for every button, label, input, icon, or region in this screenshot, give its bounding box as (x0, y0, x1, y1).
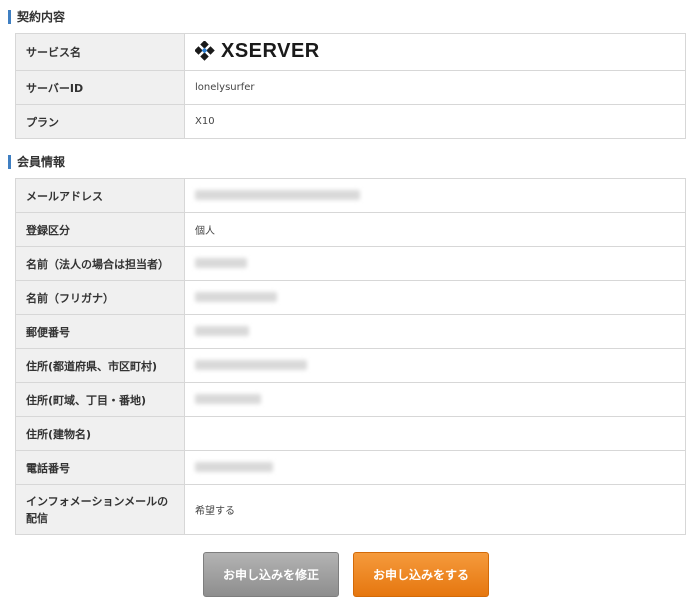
info-mail-value: 希望する (184, 484, 686, 535)
table-row: 登録区分 個人 (15, 212, 686, 247)
info-mail-label: インフォメーションメールの配信 (15, 484, 185, 535)
edit-application-button[interactable]: お申し込みを修正 (203, 552, 339, 597)
address-building-label: 住所(建物名) (15, 416, 185, 451)
table-row: インフォメーションメールの配信 希望する (15, 484, 686, 535)
address-city-label: 住所(都道府県、市区町村) (15, 348, 185, 383)
member-table: メールアドレス 登録区分 個人 名前（法人の場合は担当者） 名前（フリガナ） 郵… (15, 178, 686, 535)
xserver-logo: XSERVER (195, 40, 320, 63)
plan-label: プラン (15, 104, 185, 139)
address-street-value-redacted (184, 382, 686, 417)
table-row: 住所(都道府県、市区町村) (15, 348, 686, 383)
table-row: プラン X10 (15, 104, 686, 139)
email-label: メールアドレス (15, 178, 185, 213)
table-row: 名前（フリガナ） (15, 280, 686, 315)
postal-code-label: 郵便番号 (15, 314, 185, 349)
xserver-logo-text: XSERVER (221, 39, 320, 62)
service-name-label: サービス名 (15, 33, 185, 71)
address-street-label: 住所(町域、丁目・番地) (15, 382, 185, 417)
server-id-label: サーバーID (15, 70, 185, 105)
service-name-value: XSERVER (184, 33, 686, 71)
registration-type-label: 登録区分 (15, 212, 185, 247)
member-section-heading: 会員情報 (8, 155, 65, 169)
name-value-redacted (184, 246, 686, 281)
contract-section-heading: 契約内容 (8, 10, 65, 24)
submit-application-button[interactable]: お申し込みをする (353, 552, 489, 597)
registration-type-value: 個人 (184, 212, 686, 247)
plan-value: X10 (184, 104, 686, 139)
xserver-logo-icon (195, 41, 215, 61)
name-kana-value-redacted (184, 280, 686, 315)
phone-label: 電話番号 (15, 450, 185, 485)
name-kana-label: 名前（フリガナ） (15, 280, 185, 315)
address-building-value (184, 416, 686, 451)
address-city-value-redacted (184, 348, 686, 383)
table-row: 名前（法人の場合は担当者） (15, 246, 686, 281)
phone-value-redacted (184, 450, 686, 485)
table-row: サービス名 XSERVER (15, 33, 686, 71)
contract-table: サービス名 XSERVER サーバーID lonelysurfer プラン X1… (15, 33, 686, 139)
table-row: サーバーID lonelysurfer (15, 70, 686, 105)
table-row: 住所(建物名) (15, 416, 686, 451)
postal-code-value-redacted (184, 314, 686, 349)
server-id-value: lonelysurfer (184, 70, 686, 105)
table-row: メールアドレス (15, 178, 686, 213)
email-value-redacted (184, 178, 686, 213)
table-row: 電話番号 (15, 450, 686, 485)
table-row: 住所(町域、丁目・番地) (15, 382, 686, 417)
table-row: 郵便番号 (15, 314, 686, 349)
name-label: 名前（法人の場合は担当者） (15, 246, 185, 281)
